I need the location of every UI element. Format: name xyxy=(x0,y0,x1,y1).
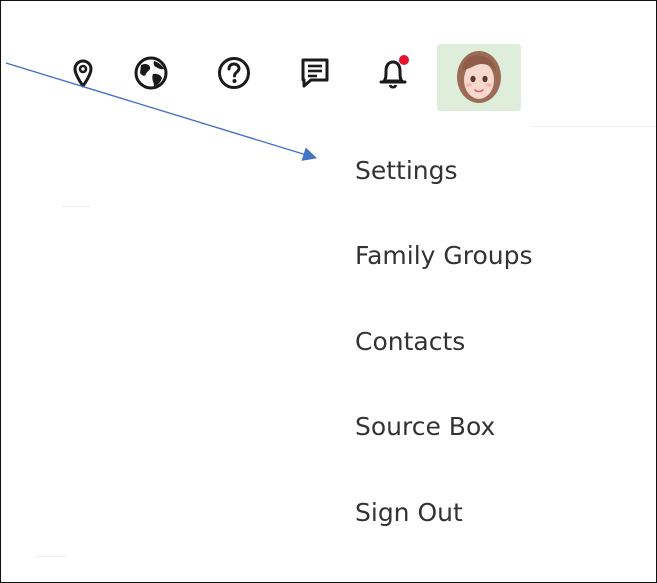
menu-item-settings[interactable]: Settings xyxy=(355,151,615,191)
divider xyxy=(36,556,66,557)
help-icon[interactable] xyxy=(216,53,252,93)
notifications-bell-icon[interactable] xyxy=(376,53,412,93)
screenshot-frame: Settings Family Groups Contacts Source B… xyxy=(0,0,657,583)
messages-icon[interactable] xyxy=(297,53,333,93)
menu-item-source-box[interactable]: Source Box xyxy=(355,407,615,447)
avatar[interactable] xyxy=(437,44,521,111)
divider xyxy=(61,206,91,207)
menu-item-family-groups[interactable]: Family Groups xyxy=(355,236,615,276)
avatar-image xyxy=(457,50,501,103)
divider xyxy=(531,126,656,127)
globe-icon[interactable] xyxy=(133,53,169,93)
location-pin-icon[interactable] xyxy=(65,53,101,93)
menu-item-contacts[interactable]: Contacts xyxy=(355,322,615,362)
notification-badge xyxy=(399,55,409,65)
menu-item-sign-out[interactable]: Sign Out xyxy=(355,493,615,533)
